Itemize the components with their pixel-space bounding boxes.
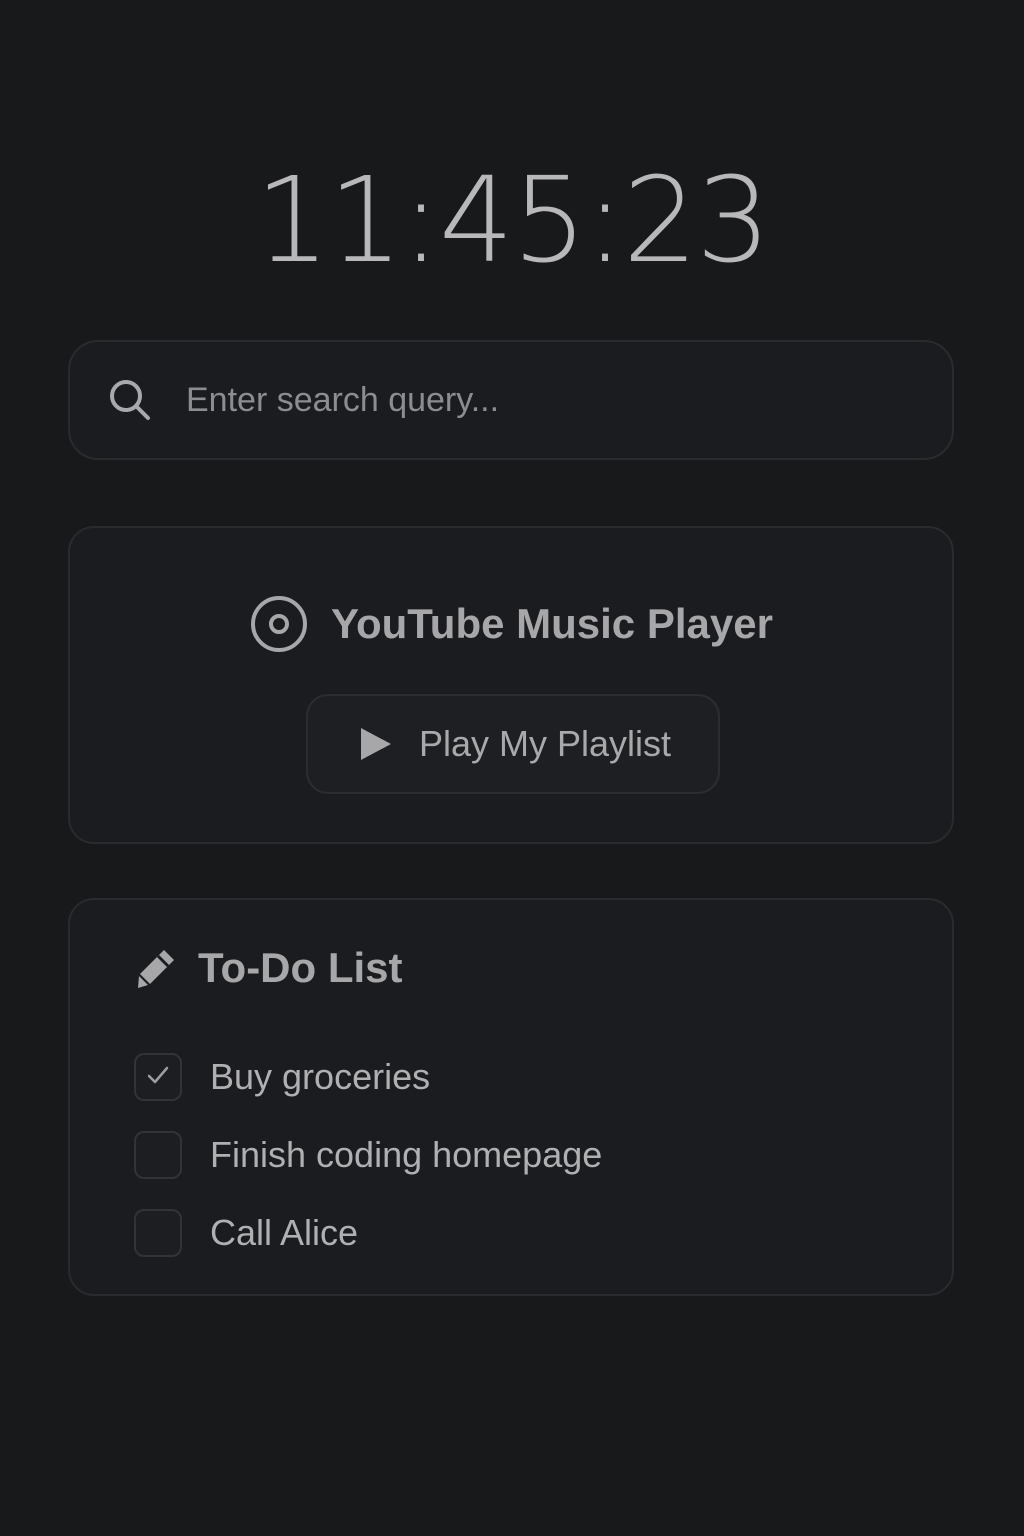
clock-display: 11:45:23 (255, 151, 771, 289)
pencil-icon (134, 946, 178, 990)
play-icon (355, 724, 395, 764)
todo-item: Buy groceries (134, 1038, 602, 1116)
todo-list: Buy groceries Finish coding homepage Cal… (134, 1038, 602, 1272)
todo-item: Call Alice (134, 1194, 602, 1272)
search-bar[interactable] (68, 340, 954, 460)
todo-card: To-Do List Buy groceries Finish coding h… (68, 898, 954, 1296)
todo-item-label: Finish coding homepage (210, 1134, 603, 1175)
music-player-title: YouTube Music Player (331, 600, 773, 647)
todo-item: Finish coding homepage (134, 1116, 602, 1194)
search-input[interactable] (184, 369, 952, 431)
todo-item-label: Call Alice (210, 1212, 359, 1253)
search-icon (106, 376, 154, 424)
todo-checkbox[interactable] (134, 1209, 182, 1257)
play-playlist-button[interactable]: Play My Playlist (306, 694, 720, 794)
checkmark-icon (144, 1061, 172, 1094)
todo-title: To-Do List (198, 944, 403, 991)
music-player-card: YouTube Music Player Play My Playlist (68, 526, 954, 844)
todo-item-label: Buy groceries (210, 1056, 431, 1097)
music-player-header: YouTube Music Player (70, 594, 952, 654)
disc-icon (249, 594, 309, 654)
todo-header: To-Do List (134, 944, 403, 992)
todo-checkbox-checked[interactable] (134, 1053, 182, 1101)
play-playlist-label: Play My Playlist (418, 723, 672, 764)
todo-checkbox[interactable] (134, 1131, 182, 1179)
